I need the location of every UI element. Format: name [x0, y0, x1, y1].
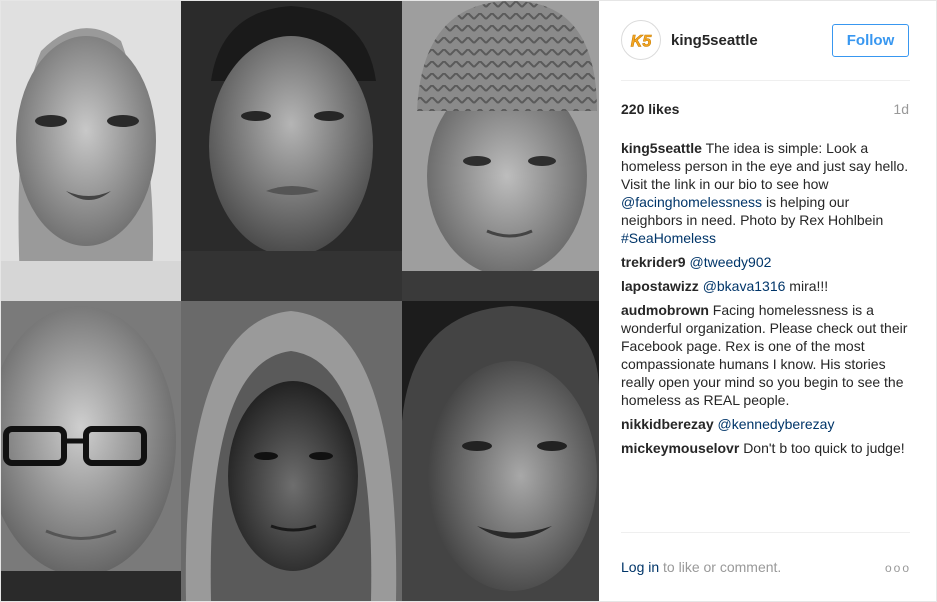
comment-mention[interactable]: @kennedyberezay	[718, 416, 835, 432]
list-item: lapostawizz @bkava1316 mira!!!	[621, 277, 913, 295]
comment-username[interactable]: lapostawizz	[621, 278, 699, 294]
footer-text: to like or comment.	[663, 559, 782, 575]
caption-hashtag[interactable]: #SeaHomeless	[621, 230, 716, 246]
comment-username[interactable]: trekrider9	[621, 254, 686, 270]
instagram-post: K5 king5seattle Follow 220 likes 1d king…	[0, 0, 937, 602]
portrait-man-hood	[181, 301, 402, 601]
portrait-man-glasses	[1, 301, 181, 601]
king5-logo: K5	[631, 33, 653, 51]
post-side-panel: K5 king5seattle Follow 220 likes 1d king…	[599, 1, 936, 601]
portrait-woman-long-hair	[1, 1, 181, 301]
follow-button[interactable]: Follow	[832, 24, 909, 57]
comment-text: Don't b too quick to judge!	[743, 440, 905, 456]
comment-username[interactable]: mickeymouselovr	[621, 440, 739, 456]
header-username[interactable]: king5seattle	[671, 32, 758, 49]
comment-text: mira!!!	[789, 278, 829, 294]
comment-mention[interactable]: @bkava1316	[703, 278, 786, 294]
post-footer: Log in to like or comment.	[621, 559, 913, 575]
avatar[interactable]: K5	[621, 20, 661, 60]
comment-username[interactable]: nikkidberezay	[621, 416, 714, 432]
caption: king5seattle The idea is simple: Look a …	[621, 139, 913, 247]
portrait-smiling-man	[402, 301, 599, 601]
likes-count[interactable]: 220 likes	[621, 101, 679, 117]
list-item: trekrider9 @tweedy902	[621, 253, 913, 271]
comment-mention[interactable]: @tweedy902	[689, 254, 771, 270]
footer-divider	[621, 532, 910, 533]
post-photo[interactable]	[1, 1, 599, 601]
comment-username[interactable]: audmobrown	[621, 302, 709, 318]
caption-username[interactable]: king5seattle	[621, 140, 702, 156]
list-item: mickeymouselovr Don't b too quick to jud…	[621, 439, 913, 457]
caption-mention[interactable]: @facinghomelessness	[621, 194, 762, 210]
header-divider	[621, 80, 910, 81]
comment-list: king5seattle The idea is simple: Look a …	[621, 139, 913, 463]
portrait-older-man	[181, 1, 402, 301]
more-options-icon[interactable]: ooo	[885, 561, 911, 575]
list-item: nikkidberezay @kennedyberezay	[621, 415, 913, 433]
post-time[interactable]: 1d	[893, 101, 909, 117]
list-item: audmobrown Facing homelessness is a wond…	[621, 301, 913, 409]
portrait-woman-knit-hat	[402, 1, 599, 301]
post-header: K5 king5seattle Follow	[599, 1, 936, 81]
login-link[interactable]: Log in	[621, 559, 659, 575]
